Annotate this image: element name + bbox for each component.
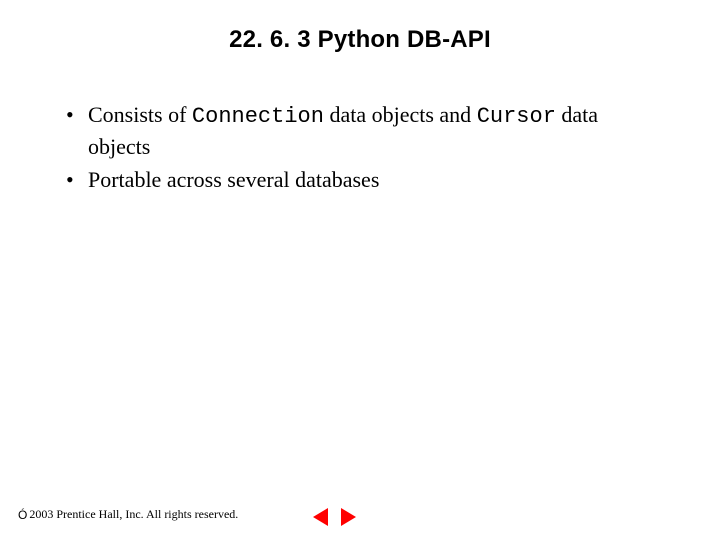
next-slide-button[interactable]	[338, 508, 358, 526]
copyright-text: 2003 Prentice Hall, Inc. All rights rese…	[29, 507, 238, 522]
bullet-list: Consists of Connection data objects and …	[60, 100, 660, 195]
triangle-left-icon	[313, 508, 328, 526]
triangle-right-icon	[341, 508, 356, 526]
bullet-token: Cursor	[477, 104, 556, 129]
copyright-footer: Ó 2003 Prentice Hall, Inc. All rights re…	[18, 507, 238, 522]
slide-title: 22. 6. 3 Python DB-API	[0, 26, 720, 54]
bullet-token: Consists of	[88, 102, 192, 127]
slide-nav	[310, 508, 358, 526]
slide: 22. 6. 3 Python DB-API Consists of Conne…	[0, 0, 720, 540]
bullet-token: Portable across several databases	[88, 167, 379, 192]
bullet-item: Portable across several databases	[60, 165, 660, 195]
slide-body: Consists of Connection data objects and …	[60, 100, 660, 199]
bullet-token: Connection	[192, 104, 324, 129]
prev-slide-button[interactable]	[310, 508, 330, 526]
bullet-item: Consists of Connection data objects and …	[60, 100, 660, 161]
copyright-symbol: Ó	[18, 508, 27, 522]
bullet-token: data objects and	[324, 102, 477, 127]
